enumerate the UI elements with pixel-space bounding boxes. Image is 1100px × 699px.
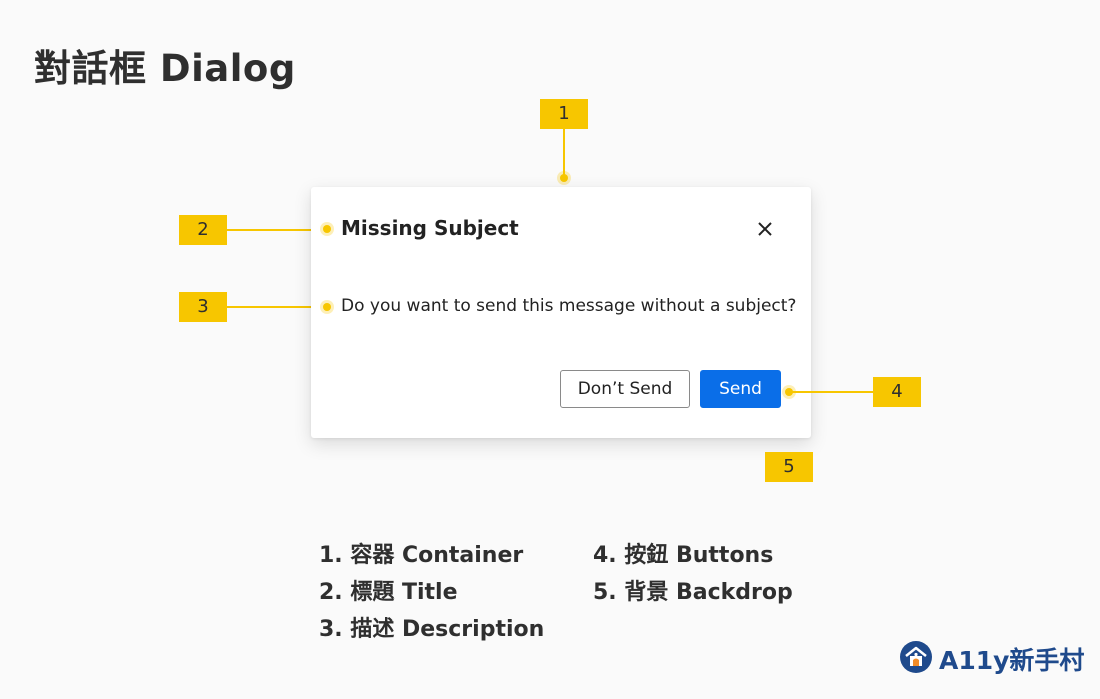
legend-item-title: 2. 標題 Title — [319, 580, 458, 605]
brand-name: A11y新手村 — [939, 646, 1085, 675]
marker-line-4 — [790, 391, 873, 393]
dont-send-button[interactable]: Don’t Send — [560, 370, 690, 408]
legend-item-backdrop: 5. 背景 Backdrop — [593, 580, 793, 605]
marker-dot-2 — [323, 225, 331, 233]
marker-dot-3 — [323, 303, 331, 311]
legend-item-container: 1. 容器 Container — [319, 543, 524, 568]
dialog-title: Missing Subject — [341, 216, 519, 240]
legend-item-description: 3. 描述 Description — [319, 617, 545, 642]
marker-badge-2: 2 — [179, 215, 227, 245]
marker-badge-4: 4 — [873, 377, 921, 407]
a11y-logo-icon — [899, 640, 933, 674]
marker-badge-1: 1 — [540, 99, 588, 129]
page-title: 對話框 Dialog — [34, 47, 296, 90]
close-icon[interactable] — [757, 221, 773, 237]
send-button[interactable]: Send — [700, 370, 781, 408]
marker-line-1 — [563, 129, 565, 179]
marker-badge-3: 3 — [179, 292, 227, 322]
dialog-description: Do you want to send this message without… — [341, 296, 797, 316]
marker-badge-5: 5 — [765, 452, 813, 482]
marker-dot-1 — [560, 174, 568, 182]
legend-item-buttons: 4. 按鈕 Buttons — [593, 543, 774, 568]
dialog-container: Missing Subject Do you want to send this… — [311, 187, 811, 438]
